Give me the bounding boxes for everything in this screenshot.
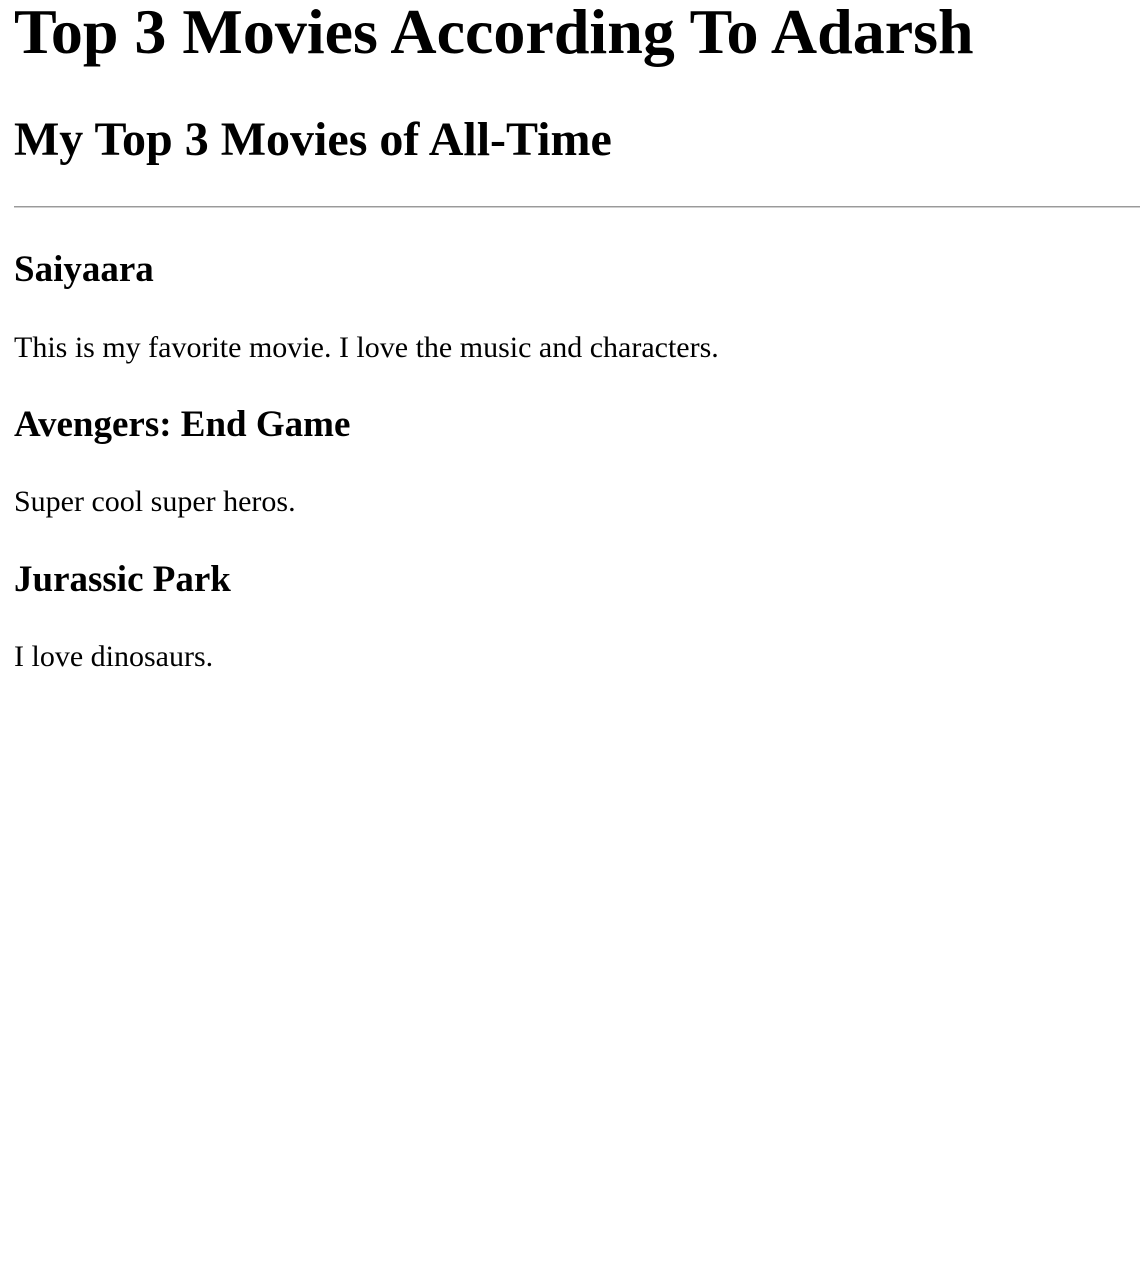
movie-title: Avengers: End Game [14, 404, 351, 445]
movie-description: This is my favorite movie. I love the mu… [14, 331, 719, 364]
movie-description: Super cool super heros. [14, 485, 296, 518]
page-subtitle: My Top 3 Movies of All-Time [14, 113, 612, 166]
movie-description: I love dinosaurs. [14, 640, 214, 673]
movie-title: Saiyaara [14, 249, 154, 290]
page: Top 3 Movies According To Adarsh My Top … [0, 0, 1140, 1264]
divider [14, 206, 1140, 208]
page-title: Top 3 Movies According To Adarsh [14, 0, 974, 67]
movie-title: Jurassic Park [14, 559, 231, 600]
